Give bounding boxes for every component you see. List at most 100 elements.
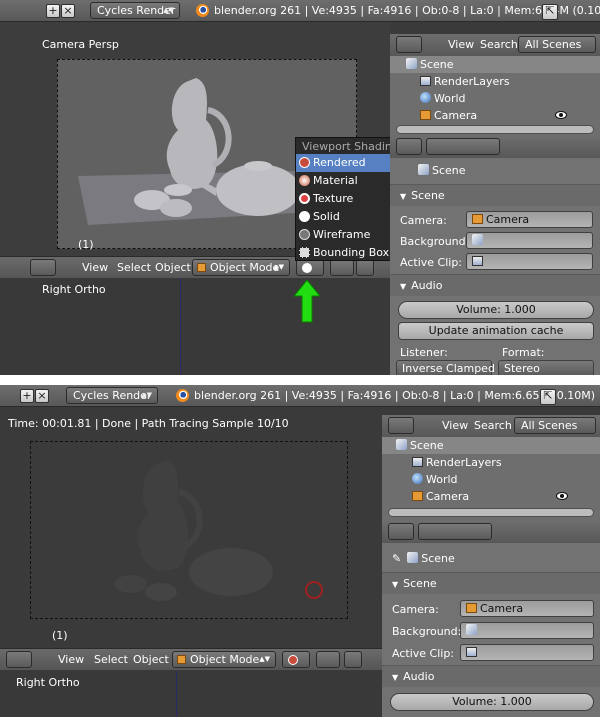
outliner-row-world[interactable]: World — [382, 471, 600, 488]
properties-header — [390, 136, 600, 158]
view-menu[interactable]: View — [58, 653, 84, 666]
section-scene[interactable]: ▼ Scene — [390, 184, 600, 206]
x-icon[interactable]: × — [61, 4, 75, 18]
plus-icon[interactable]: + — [20, 389, 34, 403]
outliner-filter-label: All Scenes — [521, 419, 578, 432]
scene-icon — [396, 439, 407, 450]
outliner-row-scene[interactable]: Scene — [382, 437, 600, 454]
scene-icon — [407, 552, 419, 563]
mode-select[interactable]: Object Mode ▲▼ — [172, 651, 276, 668]
green-arrow-icon — [292, 279, 322, 323]
active-clip-field[interactable] — [460, 644, 594, 661]
outliner: View Search All Scenes Scene RenderLayer… — [390, 34, 600, 136]
3d-viewport-rendered[interactable]: Time: 00:01.81 | Done | Path Tracing Sam… — [0, 407, 382, 649]
material-icon — [299, 175, 310, 186]
renderlayers-icon — [420, 76, 431, 86]
properties-editor-type[interactable] — [388, 523, 414, 540]
format-select[interactable]: Stereo — [498, 360, 594, 375]
outliner-filter-select[interactable]: All Scenes — [514, 417, 596, 434]
screenshot-divider — [0, 375, 600, 385]
select-menu[interactable]: Select — [117, 261, 151, 274]
section-audio[interactable]: ▼ Audio — [390, 274, 600, 296]
outliner-filter-select[interactable]: All Scenes — [518, 36, 596, 53]
x-icon[interactable]: × — [35, 389, 49, 403]
scene-icon — [418, 164, 429, 175]
properties-panel-bottom: ✎ Scene ▼ Scene Camera: Camera Background:… — [382, 521, 600, 717]
outliner-row-world[interactable]: World — [390, 90, 600, 107]
outliner-row-camera[interactable]: Camera — [390, 107, 600, 124]
pivot-button[interactable] — [316, 651, 340, 668]
object-menu[interactable]: Object — [133, 653, 169, 666]
outliner-editor-type[interactable] — [388, 417, 414, 434]
outliner-search-menu[interactable]: Search — [480, 38, 518, 51]
properties-context-tabs[interactable] — [426, 138, 500, 155]
mode-label: Object Mode — [190, 653, 260, 666]
view-menu[interactable]: View — [82, 261, 108, 274]
pin-icon[interactable]: ✎ — [392, 552, 401, 565]
volume-slider[interactable]: Volume: 1.000 — [390, 693, 594, 711]
plus-icon[interactable]: + — [46, 4, 60, 18]
blender-logo-icon — [176, 389, 189, 402]
background-label: Background: — [392, 625, 462, 638]
scene-icon — [406, 58, 417, 69]
mode-select[interactable]: Object Mode ▲▼ — [192, 259, 290, 276]
camera-field[interactable]: Camera — [460, 600, 594, 617]
properties-editor-type[interactable] — [396, 138, 422, 155]
scene-breadcrumb: Scene — [418, 164, 466, 177]
editor-type-button[interactable] — [30, 259, 56, 276]
object-menu[interactable]: Object — [155, 261, 191, 274]
render-status: Time: 00:01.81 | Done | Path Tracing Sam… — [8, 417, 289, 430]
outliner-row-scene[interactable]: Scene — [390, 56, 600, 73]
select-menu[interactable]: Select — [94, 653, 128, 666]
active-clip-field[interactable] — [466, 253, 593, 270]
camera-field[interactable]: Camera — [466, 211, 593, 228]
properties-panel: Scene ▼ Scene Camera: Camera Background: … — [390, 136, 600, 375]
outliner-view-menu[interactable]: View — [442, 419, 468, 432]
viewport-shading-button[interactable] — [282, 651, 310, 668]
outliner-search-menu[interactable]: Search — [474, 419, 512, 432]
render-engine-select[interactable]: Cycles Render ▲▼ — [90, 2, 180, 19]
grid-axis-line — [176, 671, 177, 717]
camera-icon — [472, 214, 483, 224]
lower-viewport-bottom[interactable]: Right Ortho — [0, 671, 382, 717]
solid-icon — [299, 211, 310, 222]
lower-viewport[interactable]: Right Ortho — [0, 278, 390, 375]
mode-label: Object Mode — [210, 261, 280, 274]
info-header-bottom: + × Cycles Render ▲▼ blender.org 261 | Ve… — [0, 385, 600, 407]
outliner-scrollbar[interactable] — [388, 508, 594, 517]
section-scene[interactable]: ▼ Scene — [382, 572, 600, 594]
rendered-icon — [288, 655, 298, 665]
visibility-eye-icon[interactable] — [555, 111, 567, 119]
listener-select[interactable]: Inverse Clamped — [396, 360, 495, 375]
active-clip-label: Active Clip: — [400, 256, 463, 269]
volume-slider[interactable]: Volume: 1.000 — [398, 301, 594, 319]
manipulator-button[interactable] — [344, 651, 362, 668]
section-audio[interactable]: ▼ Audio — [382, 665, 600, 687]
object-cube-icon — [177, 655, 186, 664]
maximize-icon[interactable]: ⇱ — [540, 389, 556, 405]
outliner-bottom: View Search All Scenes Scene RenderLayer… — [382, 415, 600, 521]
render-engine-select[interactable]: Cycles Render ▲▼ — [66, 387, 158, 404]
3d-cursor-icon[interactable] — [305, 581, 323, 599]
properties-context-tabs[interactable] — [418, 523, 492, 540]
camera-icon — [420, 110, 431, 120]
background-field[interactable] — [460, 622, 594, 639]
rendered-icon — [299, 157, 310, 168]
visibility-eye-icon[interactable] — [556, 492, 568, 500]
camera-icon — [412, 491, 423, 501]
scene-icon — [472, 234, 483, 245]
update-animation-cache-button[interactable]: Update animation cache — [398, 322, 594, 340]
frame-number: (1) — [78, 238, 94, 251]
background-field[interactable] — [466, 232, 593, 249]
world-icon — [420, 92, 431, 103]
maximize-icon[interactable]: ⇱ — [542, 4, 558, 20]
render-engine-label: Cycles Render — [73, 389, 152, 402]
camera-icon — [466, 603, 477, 613]
outliner-scrollbar[interactable] — [396, 125, 594, 134]
outliner-row-renderlayers[interactable]: RenderLayers — [382, 454, 600, 471]
outliner-view-menu[interactable]: View — [448, 38, 474, 51]
properties-header — [382, 521, 600, 543]
outliner-editor-type[interactable] — [396, 36, 422, 53]
outliner-row-renderlayers[interactable]: RenderLayers — [390, 73, 600, 90]
editor-type-button[interactable] — [6, 651, 32, 668]
